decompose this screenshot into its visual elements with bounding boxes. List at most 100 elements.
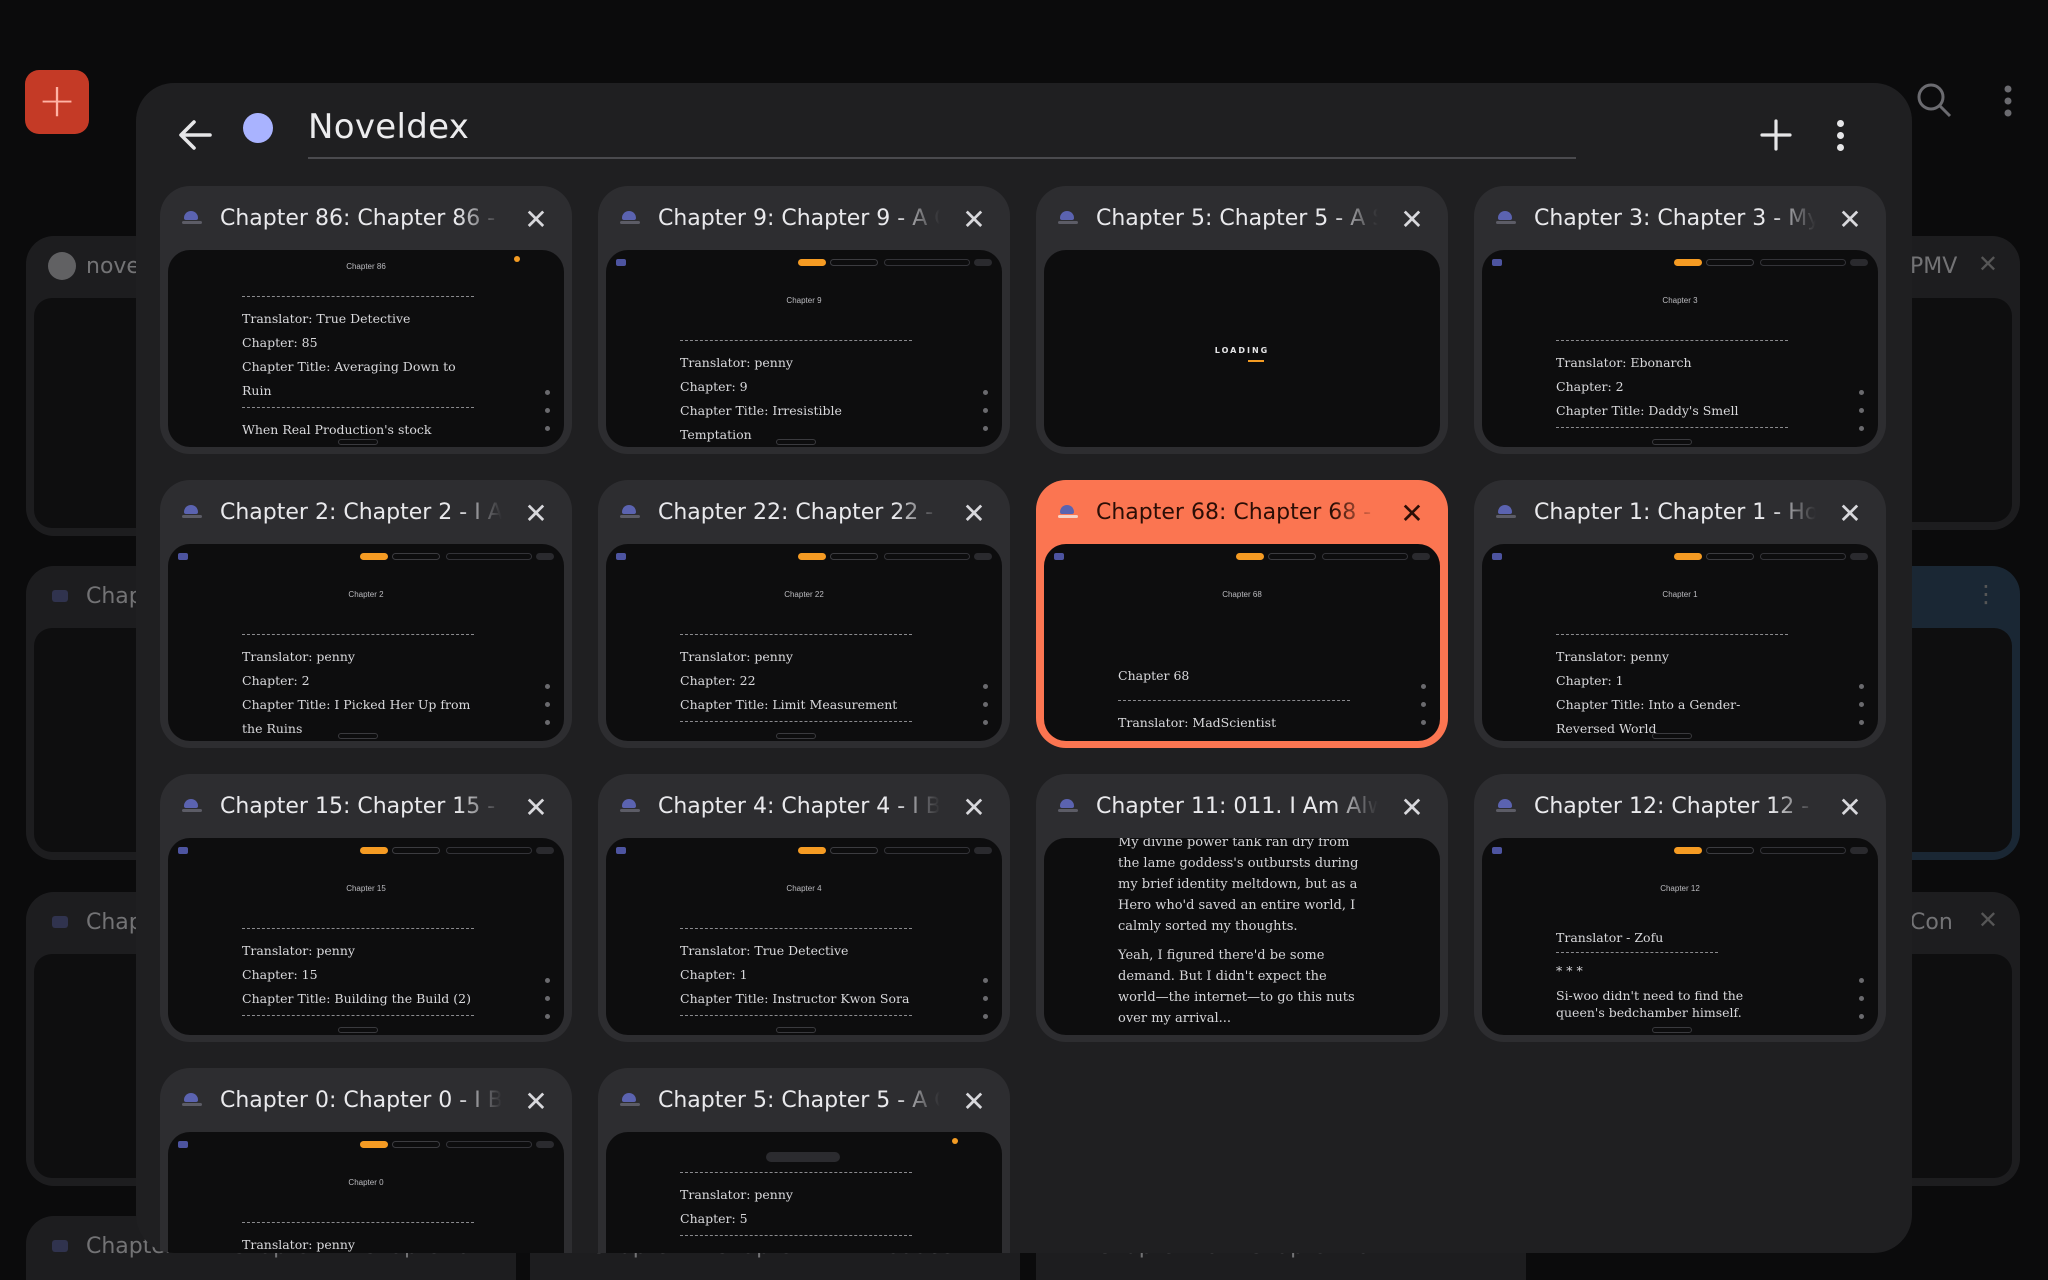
more-vertical-icon[interactable]: ⋮: [1974, 580, 1998, 608]
preview-control: [1421, 720, 1426, 725]
close-icon: ✕: [524, 1085, 548, 1118]
close-icon: ✕: [1400, 203, 1424, 236]
preview-text: My divine power tank ran dry from the la…: [1118, 838, 1360, 1035]
tab-header: Chapter 1: Chapter 1 - How to ✕: [1474, 480, 1886, 544]
preview-actions: [536, 553, 554, 560]
close-tab-button[interactable]: ✕: [1830, 494, 1870, 534]
tab-card[interactable]: Chapter 68: Chapter 68 - I Sa ✕ Chapter …: [1036, 480, 1448, 748]
tab-header: Chapter 11: 011. I Am Always ✕: [1036, 774, 1448, 838]
preview-control: [1421, 684, 1426, 689]
preview-line: Si-woo didn't need to find the queen's b…: [1556, 988, 1744, 1020]
preview-control: [1859, 1014, 1864, 1019]
new-tab-fab[interactable]: +: [25, 70, 89, 134]
tab-title: Chapter 9: Chapter 9 - A Good: [658, 206, 940, 231]
tab-card[interactable]: Chapter 0: Chapter 0 - I Beca ✕ Chapter …: [160, 1068, 572, 1253]
preview-line: Translator: penny: [680, 649, 793, 664]
preview-line: Translator: penny: [680, 355, 793, 370]
preview-search: [446, 1141, 532, 1148]
close-tab-button[interactable]: ✕: [954, 200, 994, 240]
preview-chapter-heading: Chapter 3: [1662, 296, 1698, 305]
close-tab-button[interactable]: ✕: [954, 788, 994, 828]
group-name-input[interactable]: Noveldex: [308, 93, 1576, 159]
tab-title: Chapter 86: Chapter 86 - I Be: [220, 206, 502, 231]
preview-text: Translator: True Detective Chapter: 1 Chap…: [680, 924, 912, 1026]
status-dot: [952, 1138, 958, 1144]
tab-card[interactable]: Chapter 3: Chapter 3 - My dad ✕ Chapter …: [1474, 186, 1886, 454]
background-tab-title: Chap: [86, 584, 143, 609]
tab-card[interactable]: Chapter 15: Chapter 15 - Day ✕ Chapter 1…: [160, 774, 572, 1042]
tab-card[interactable]: Chapter 2: Chapter 2 - I Adop ✕ Chapter …: [160, 480, 572, 748]
preview-chapter-heading: Chapter 1: [1662, 590, 1698, 599]
close-icon[interactable]: ✕: [1978, 906, 1998, 934]
close-tab-button[interactable]: ✕: [516, 788, 556, 828]
close-tab-button[interactable]: ✕: [516, 1082, 556, 1122]
tab-card[interactable]: Chapter 5: Chapter 5 - A Sing ✕ LOADING: [1036, 186, 1448, 454]
close-tab-button[interactable]: ✕: [516, 494, 556, 534]
group-color-dot[interactable]: [243, 113, 273, 143]
close-icon[interactable]: ✕: [1978, 250, 1998, 278]
site-logo-icon: [616, 259, 626, 266]
preview-text: Translator: penny Chapter: 9 Chapter Title…: [680, 336, 912, 447]
tab-card[interactable]: Chapter 5: Chapter 5 - A One ✕ Translato…: [598, 1068, 1010, 1253]
close-tab-button[interactable]: ✕: [516, 200, 556, 240]
tab-card[interactable]: Chapter 1: Chapter 1 - How to ✕ Chapter …: [1474, 480, 1886, 748]
tab-preview: Chapter 3 Translator: Ebonarch Chapter: 2…: [1482, 250, 1878, 447]
tab-card[interactable]: Chapter 12: Chapter 12 - I Ru ✕ Chapter …: [1474, 774, 1886, 1042]
preview-line: Translator: penny: [242, 943, 355, 958]
tab-title: Chapter 15: Chapter 15 - Day: [220, 794, 502, 819]
divider: [242, 407, 474, 408]
preview-control: [983, 408, 988, 413]
close-tab-button[interactable]: ✕: [954, 494, 994, 534]
preview-control: [1859, 684, 1864, 689]
tab-preview: Chapter 1 Translator: penny Chapter: 1 Cha…: [1482, 544, 1878, 741]
preview-control: [1859, 978, 1864, 983]
add-tab-button[interactable]: [1746, 105, 1806, 165]
close-tab-button[interactable]: ✕: [1392, 788, 1432, 828]
tab-preview: Chapter 12 Translator - Zofu * * * Si-wo…: [1482, 838, 1878, 1035]
close-tab-button[interactable]: ✕: [954, 1082, 994, 1122]
divider: [680, 928, 912, 929]
tab-card[interactable]: Chapter 9: Chapter 9 - A Good ✕ Chapter …: [598, 186, 1010, 454]
preview-line: Translator: penny: [242, 649, 355, 664]
preview-navbar: [1492, 550, 1868, 564]
group-dot: [48, 252, 76, 280]
close-tab-button[interactable]: ✕: [1392, 200, 1432, 240]
preview-search: [884, 847, 970, 854]
close-icon: ✕: [524, 791, 548, 824]
preview-line: Translator: penny: [680, 1187, 793, 1202]
preview-line: Chapter: 1: [1556, 673, 1624, 688]
preview-pill: [1706, 553, 1754, 560]
tab-card[interactable]: Chapter 4: Chapter 4 - I Beca ✕ Chapter …: [598, 774, 1010, 1042]
preview-pill: [360, 1141, 388, 1148]
tab-preview: My divine power tank ran dry from the la…: [1044, 838, 1440, 1035]
close-tab-button[interactable]: ✕: [1830, 788, 1870, 828]
more-vertical-icon[interactable]: [2002, 84, 2014, 127]
preview-line: * * *: [1556, 963, 1583, 978]
preview-chapter-heading: Chapter 22: [784, 590, 824, 599]
tab-card[interactable]: Chapter 86: Chapter 86 - I Be ✕ Chapter …: [160, 186, 572, 454]
site-logo-icon: [616, 553, 626, 560]
more-options-button[interactable]: [1810, 105, 1870, 165]
back-button[interactable]: [166, 105, 226, 165]
favicon: [52, 1240, 68, 1252]
preview-pill: [392, 1141, 440, 1148]
tab-card[interactable]: Chapter 22: Chapter 22 - He ✕ Chapter 22…: [598, 480, 1010, 748]
preview-control: [545, 720, 550, 725]
close-tab-button[interactable]: ✕: [1830, 200, 1870, 240]
site-logo-icon: [1492, 847, 1502, 854]
preview-pill: [1674, 259, 1702, 266]
preview-control: [983, 1014, 988, 1019]
tab-header: Chapter 68: Chapter 68 - I Sa ✕: [1036, 480, 1448, 544]
preview-chapter-heading: Chapter 4: [786, 884, 822, 893]
preview-text: Translator: penny Chapter: 22 Chapter Titl…: [680, 630, 912, 732]
close-tab-button[interactable]: ✕: [1392, 494, 1432, 534]
close-icon: ✕: [1838, 203, 1862, 236]
preview-control: [545, 978, 550, 983]
loading-label: LOADING: [1214, 346, 1270, 355]
preview-pill: [360, 847, 388, 854]
tab-preview: Chapter 22 Translator: penny Chapter: 22 C…: [606, 544, 1002, 741]
search-icon[interactable]: [1914, 80, 1954, 129]
tab-card[interactable]: Chapter 11: 011. I Am Always ✕ My divine…: [1036, 774, 1448, 1042]
preview-control: [983, 702, 988, 707]
tab-title: Chapter 3: Chapter 3 - My dad: [1534, 206, 1816, 231]
